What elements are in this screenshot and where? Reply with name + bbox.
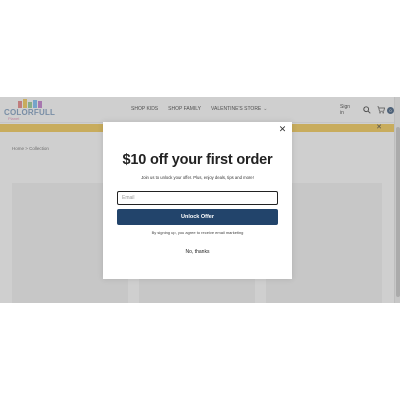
popup-subtitle: Join us to unlock your offer. Plus, enjo…: [141, 175, 254, 180]
email-field[interactable]: [117, 191, 278, 205]
popup-title: $10 off your first order: [122, 152, 273, 168]
unlock-offer-button[interactable]: Unlock Offer: [117, 209, 278, 225]
browser-viewport: COLORFULL Planet SHOP KIDS SHOP FAMILY V…: [0, 97, 400, 303]
marketing-disclaimer: By signing up, you agree to receive emai…: [151, 230, 244, 235]
no-thanks-button[interactable]: No, thanks: [103, 249, 292, 255]
email-signup-popup: ✕ $10 off your first order Join us to un…: [103, 122, 292, 279]
close-icon[interactable]: ✕: [278, 125, 287, 134]
